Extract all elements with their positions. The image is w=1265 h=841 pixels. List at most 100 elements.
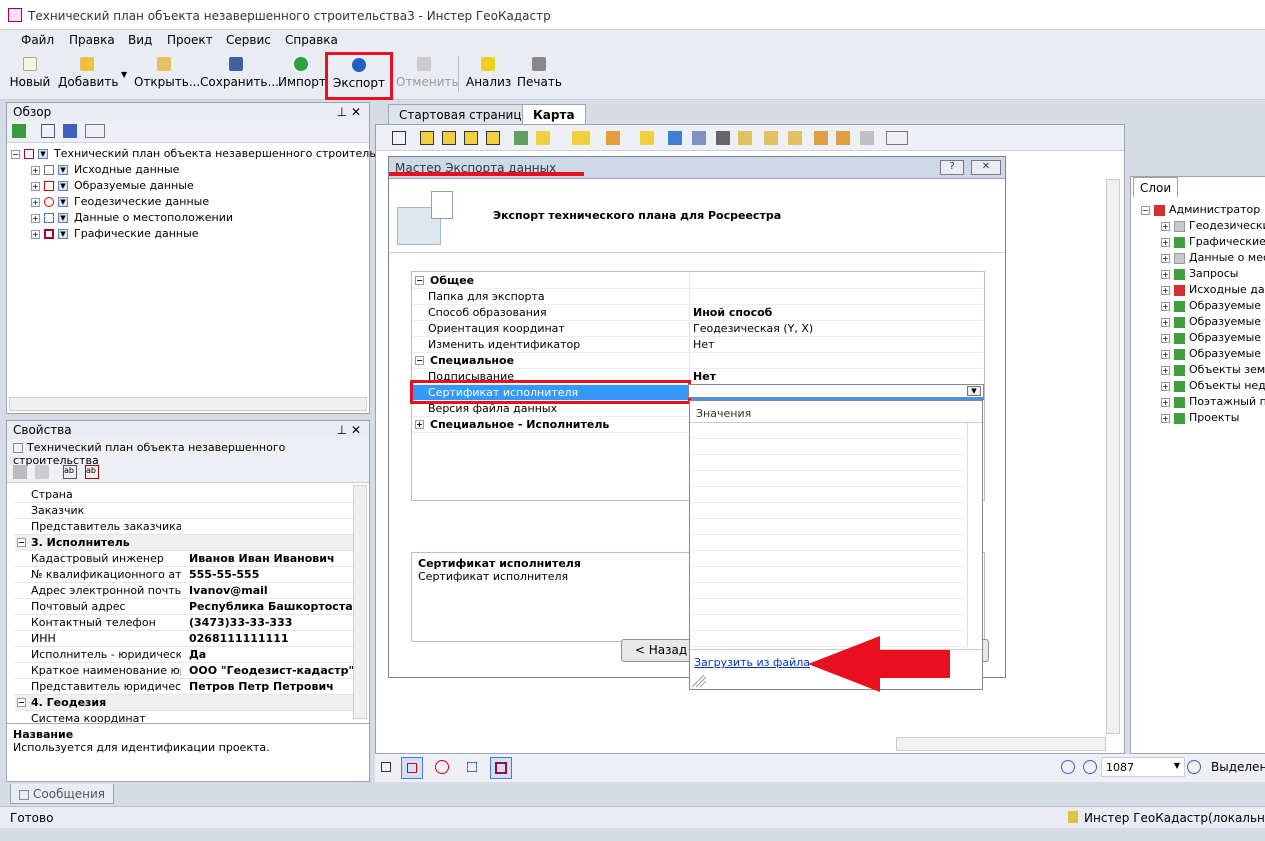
- expand-icon[interactable]: +: [1161, 285, 1170, 295]
- tree-item[interactable]: + ▼ Исходные данные: [31, 163, 179, 179]
- tree-item[interactable]: + ▼ Геодезические данные: [31, 195, 209, 211]
- add-button[interactable]: Добавить: [58, 54, 118, 94]
- collapse-icon[interactable]: [41, 124, 55, 138]
- dropdown-row[interactable]: [690, 487, 968, 503]
- layer-item[interactable]: + Геодезически: [1161, 219, 1265, 235]
- mode-parcel-icon[interactable]: [401, 757, 423, 779]
- grid-row[interactable]: Способ образования Иной способ: [412, 305, 984, 321]
- remove-icon[interactable]: [788, 131, 802, 145]
- property-row[interactable]: Представитель заказчика: [15, 519, 360, 535]
- refresh-icon[interactable]: [12, 124, 26, 138]
- layer-item[interactable]: + Исходные дан: [1161, 283, 1265, 299]
- menu-file[interactable]: Файл: [21, 33, 54, 47]
- cut-icon[interactable]: [716, 131, 730, 145]
- checkbox-icon[interactable]: [44, 165, 54, 175]
- dropdown-icon[interactable]: ▼: [38, 149, 48, 159]
- properties-vscrollbar[interactable]: [353, 485, 367, 719]
- expand-icon[interactable]: +: [1161, 333, 1170, 343]
- select-icon[interactable]: [63, 124, 77, 138]
- node-icon[interactable]: [606, 131, 620, 145]
- grid-row[interactable]: Папка для экспорта: [412, 289, 984, 305]
- dropdown-icon[interactable]: ▼: [58, 165, 68, 175]
- collapse-icon[interactable]: −: [415, 356, 424, 365]
- import-button[interactable]: Импорт: [278, 54, 326, 94]
- dropdown-row[interactable]: [690, 551, 968, 567]
- geodesic-icon[interactable]: [44, 197, 54, 207]
- expand-icon[interactable]: +: [1161, 317, 1170, 327]
- dropdown-icon[interactable]: ▼: [58, 181, 68, 191]
- scale-icon[interactable]: [860, 131, 874, 145]
- new-button[interactable]: Новый: [8, 54, 52, 94]
- save-button[interactable]: Сохранить...: [200, 54, 279, 94]
- location-icon[interactable]: [44, 213, 54, 223]
- pin-icon[interactable]: ⊥ ✕: [337, 105, 361, 119]
- layer-root[interactable]: − Администратор: [1141, 203, 1260, 219]
- expand-icon[interactable]: +: [31, 229, 40, 239]
- collapse-icon[interactable]: −: [1141, 205, 1150, 215]
- zoom-input[interactable]: 1087 ▼: [1101, 757, 1185, 777]
- dropdown-row[interactable]: [690, 535, 968, 551]
- mode-square-icon[interactable]: [381, 762, 391, 772]
- grid-section[interactable]: − Общее: [412, 273, 984, 289]
- menu-view[interactable]: Вид: [128, 33, 152, 47]
- expand-icon[interactable]: +: [1161, 349, 1170, 359]
- chevron-down-icon[interactable]: ▼: [967, 386, 981, 396]
- expand-icon[interactable]: +: [1161, 253, 1170, 263]
- layer-item[interactable]: + Данные о мес: [1161, 251, 1265, 267]
- layer-item[interactable]: + Образуемые: [1161, 347, 1261, 363]
- property-row[interactable]: Краткое наименование юриди ООО "Геодезист…: [15, 663, 360, 679]
- dropdown-row[interactable]: [690, 615, 968, 631]
- sort-icon[interactable]: [13, 465, 27, 479]
- grid-section[interactable]: − Специальное: [412, 353, 984, 369]
- categorize-icon[interactable]: [35, 465, 49, 479]
- property-row[interactable]: Страна: [15, 487, 360, 503]
- delete-icon[interactable]: [764, 131, 778, 145]
- layer-item[interactable]: + Образуемые: [1161, 331, 1261, 347]
- expand-icon[interactable]: +: [31, 181, 40, 191]
- dropdown-row[interactable]: [690, 599, 968, 615]
- tab-messages[interactable]: Сообщения: [10, 784, 115, 804]
- menu-project[interactable]: Проект: [167, 33, 213, 47]
- property-row[interactable]: Исполнитель - юридическое л Да: [15, 647, 360, 663]
- mode-location-icon[interactable]: [467, 762, 477, 772]
- layer-item[interactable]: + Объекты земе: [1161, 363, 1265, 379]
- expand-icon[interactable]: +: [1161, 301, 1170, 311]
- layer-item[interactable]: + Графические: [1161, 235, 1265, 251]
- menu-edit[interactable]: Правка: [69, 33, 115, 47]
- pin-icon[interactable]: ⊥ ✕: [337, 423, 361, 437]
- add-dropdown-icon[interactable]: ▼: [121, 70, 127, 79]
- print-button[interactable]: Печать: [517, 54, 562, 94]
- expand-icon[interactable]: +: [415, 420, 424, 429]
- select-area-icon[interactable]: [442, 131, 456, 145]
- expand-icon[interactable]: +: [1161, 269, 1170, 279]
- grid-row[interactable]: Изменить идентификатор Нет: [412, 337, 984, 353]
- vertex-icon[interactable]: [572, 131, 590, 145]
- spellcheck-icon[interactable]: ab: [63, 465, 77, 479]
- dropdown-row[interactable]: [690, 471, 968, 487]
- select-point-icon[interactable]: [486, 131, 500, 145]
- analysis-button[interactable]: Анализ: [466, 54, 511, 94]
- open-button[interactable]: Открыть...: [134, 54, 200, 94]
- clear-icon[interactable]: ab: [85, 465, 99, 479]
- layer-item[interactable]: + Объекты недв: [1161, 379, 1265, 395]
- copy-icon[interactable]: [692, 131, 706, 145]
- tab-layers[interactable]: Слои: [1133, 177, 1179, 197]
- layer-item[interactable]: + Запросы: [1161, 267, 1238, 283]
- zoom-in-icon[interactable]: [1187, 760, 1201, 774]
- tree-item[interactable]: + ▼ Графические данные: [31, 227, 199, 243]
- expand-icon[interactable]: +: [1161, 365, 1170, 375]
- checkbox-icon[interactable]: [44, 181, 54, 191]
- collapse-icon[interactable]: −: [17, 698, 26, 707]
- dropdown-icon[interactable]: ▼: [58, 197, 68, 207]
- dropdown-icon[interactable]: ▼: [58, 229, 68, 239]
- dropdown-row[interactable]: [690, 519, 968, 535]
- tree-root[interactable]: − ▼ Технический план объекта незавершенног…: [11, 147, 402, 163]
- dropdown-row[interactable]: [690, 567, 968, 583]
- chevron-down-icon[interactable]: ▼: [1174, 761, 1180, 770]
- merge-icon[interactable]: [640, 131, 654, 145]
- expand-icon[interactable]: +: [31, 165, 40, 175]
- expand-icon[interactable]: +: [1161, 237, 1170, 247]
- select-object-icon[interactable]: [420, 131, 434, 145]
- grid-icon[interactable]: [536, 131, 550, 145]
- tree-item[interactable]: + ▼ Данные о местоположении: [31, 211, 233, 227]
